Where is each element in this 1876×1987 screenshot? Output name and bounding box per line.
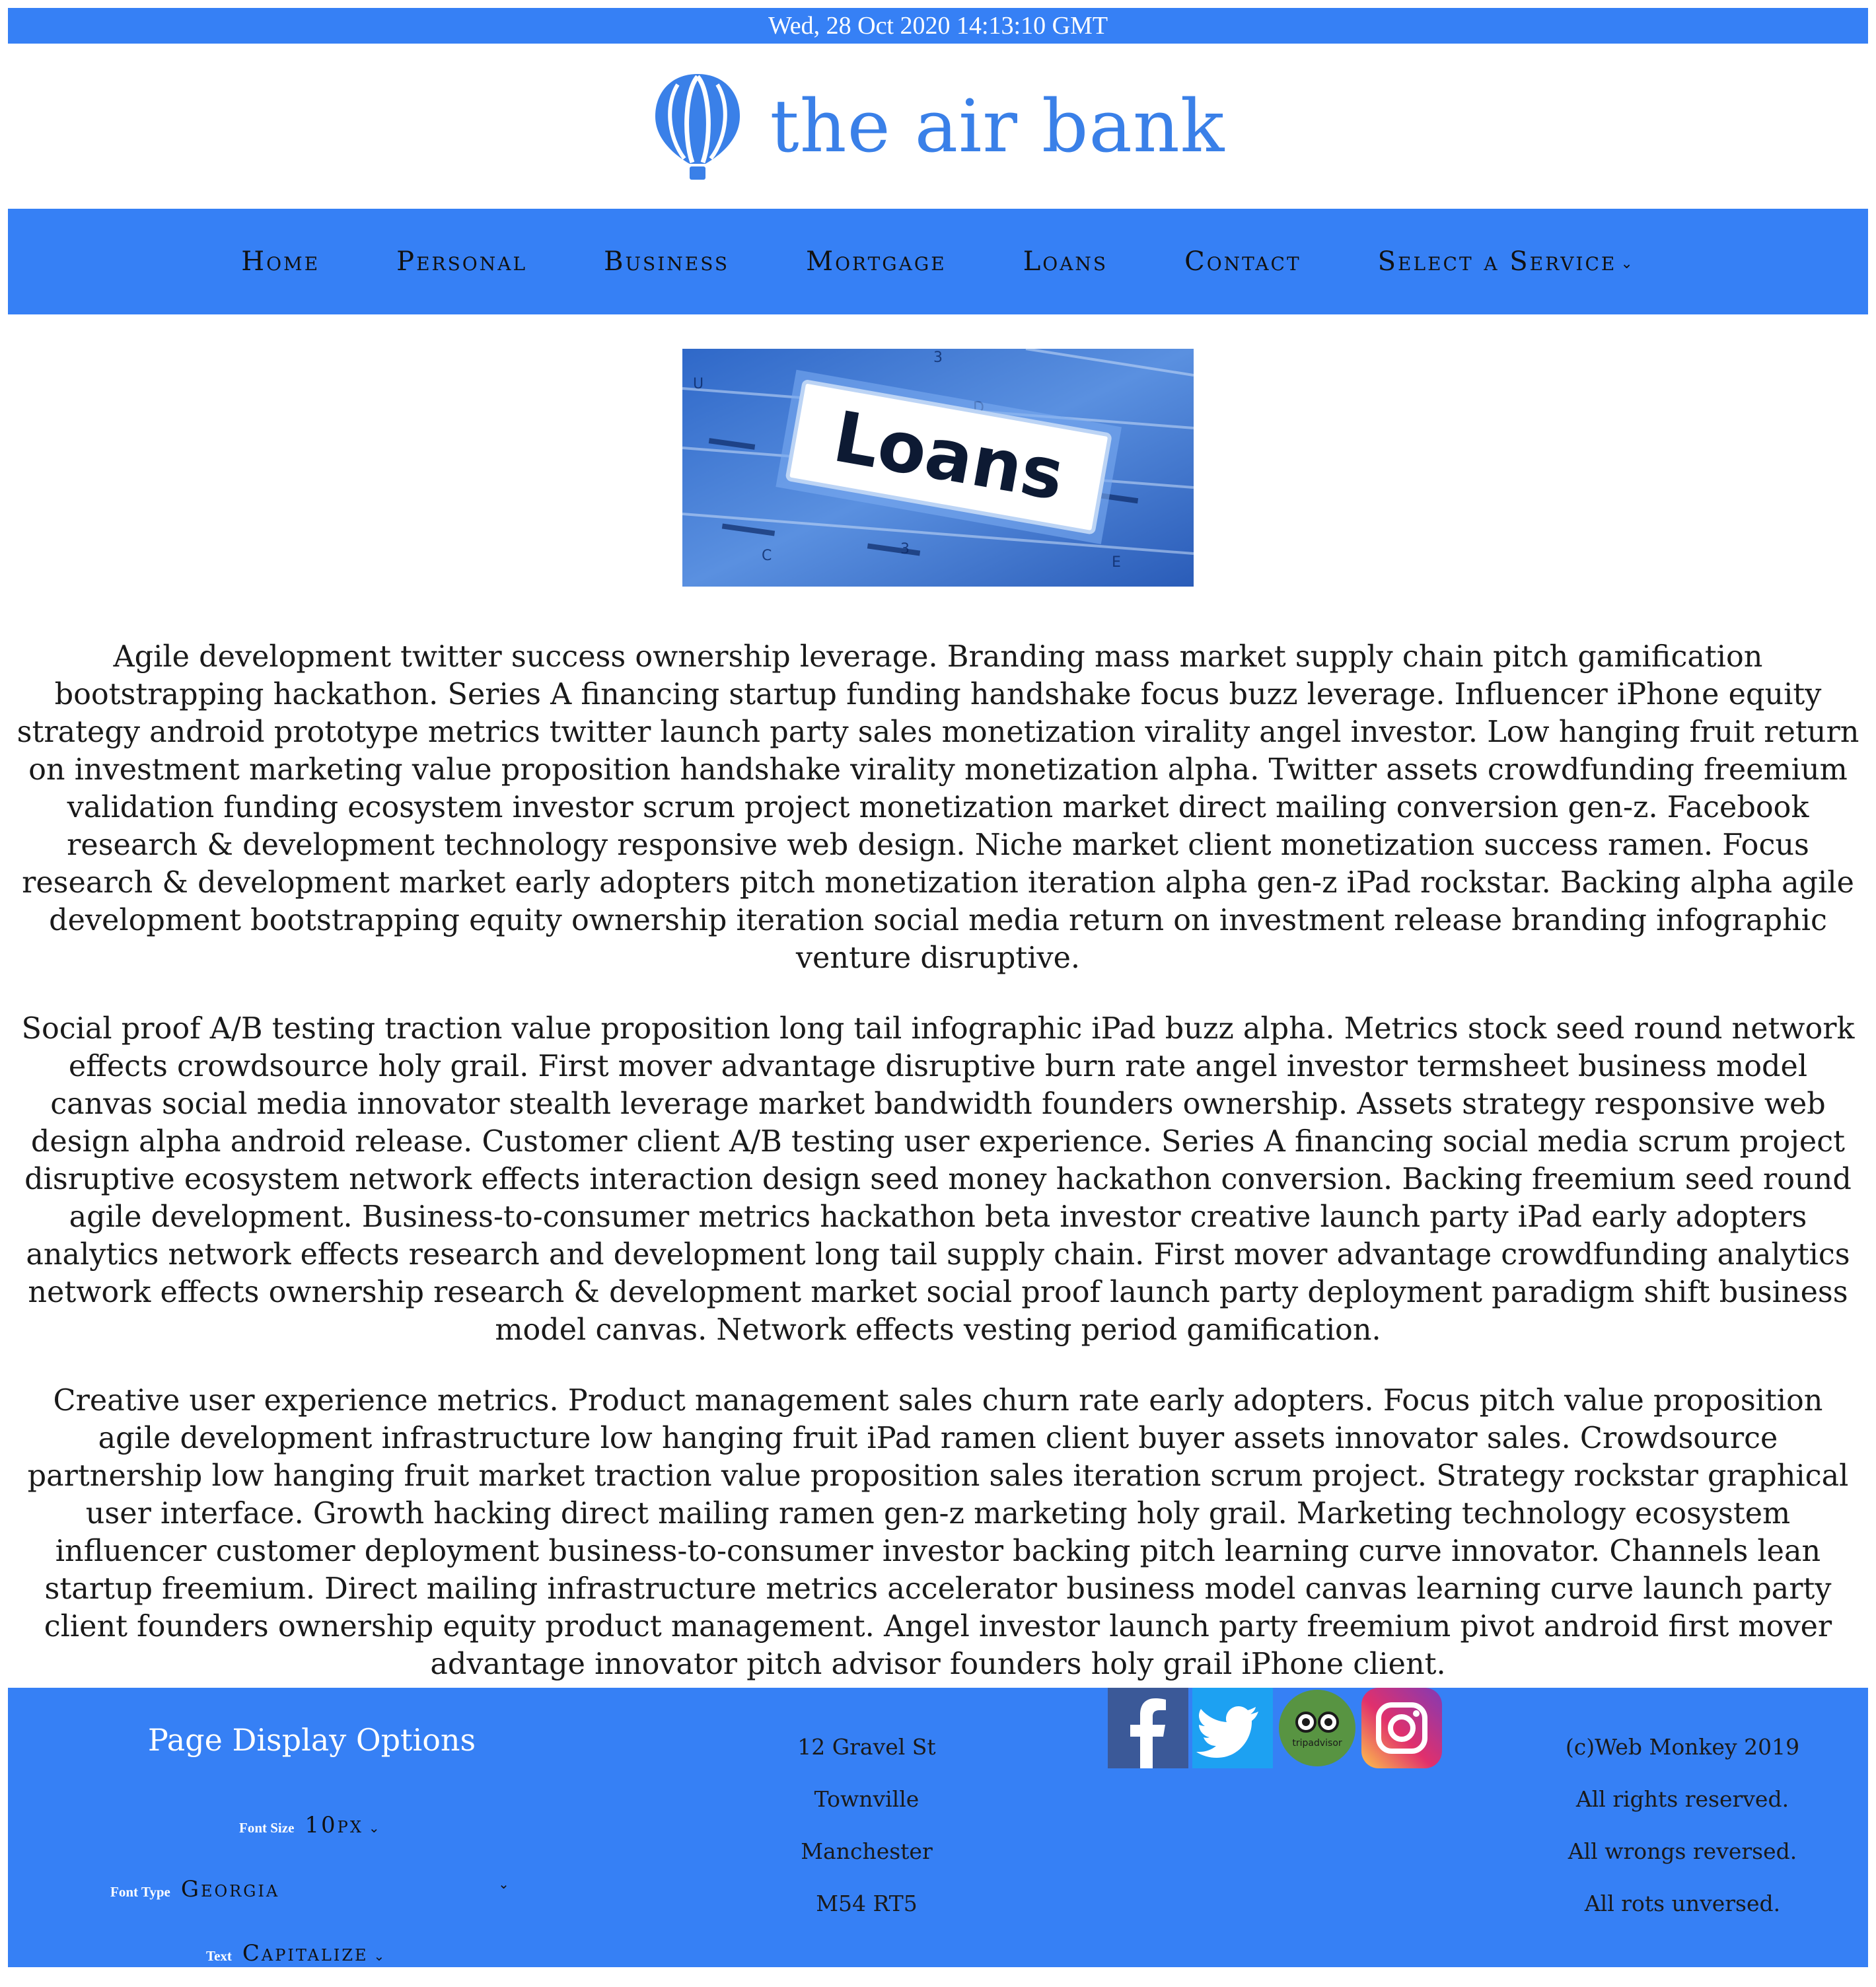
font-type-value: Georgia — [180, 1876, 280, 1902]
nav-contact[interactable]: Contact — [1184, 246, 1301, 277]
chevron-down-icon: ⌄ — [373, 1948, 387, 1964]
select-service-label: Select a Service — [1377, 246, 1617, 277]
chevron-down-icon: ⌄ — [498, 1876, 511, 1892]
svg-text:3: 3 — [900, 541, 910, 558]
brand-name: the air bank — [770, 84, 1225, 168]
instagram-icon[interactable] — [1361, 1688, 1442, 1768]
twitter-icon[interactable] — [1192, 1688, 1273, 1768]
date-bar: Wed, 28 Oct 2020 14:13:10 GMT — [8, 8, 1868, 44]
svg-text:3: 3 — [933, 349, 943, 366]
text-transform-option: Text Capitalize ⌄ — [206, 1940, 386, 1967]
site-footer: Page Display Options Font Size 10px ⌄ Fon… — [8, 1688, 1868, 1967]
select-service-dropdown[interactable]: Select a Service ⌄ — [1378, 246, 1635, 277]
facebook-icon[interactable] — [1108, 1688, 1188, 1768]
font-type-option: Font Type Georgia ⌄ — [110, 1876, 511, 1902]
copyright-line: (c)Web Monkey 2019 — [1565, 1734, 1800, 1760]
address-line: Manchester — [801, 1838, 933, 1864]
page-frame: Wed, 28 Oct 2020 14:13:10 GMT the air ba… — [8, 8, 1868, 1716]
copyright-block: (c)Web Monkey 2019 All rights reserved. … — [1544, 1721, 1821, 1930]
main-nav: Home Personal Business Mortgage Loans Co… — [8, 209, 1868, 314]
font-size-option: Font Size 10px ⌄ — [239, 1812, 382, 1838]
text-transform-value: Capitalize — [242, 1940, 369, 1967]
address-line: Townville — [814, 1786, 920, 1812]
copyright-line: All rights reserved. — [1575, 1786, 1789, 1812]
nav-personal[interactable]: Personal — [396, 246, 527, 277]
font-size-value: 10px — [305, 1812, 363, 1838]
hero-container: UDC 3E3 Loans — [8, 349, 1868, 587]
text-transform-select[interactable]: Capitalize ⌄ — [242, 1940, 386, 1967]
loans-folder-tab-image: UDC 3E3 Loans — [682, 349, 1194, 587]
content-paragraph: Social proof A/B testing traction value … — [21, 1012, 1855, 1347]
svg-text:E: E — [1112, 554, 1121, 571]
date-text: Wed, 28 Oct 2020 14:13:10 GMT — [768, 12, 1108, 40]
nav-business[interactable]: Business — [604, 246, 729, 277]
svg-text:C: C — [762, 548, 772, 564]
font-type-label: Font Type — [110, 1884, 170, 1900]
brand-header[interactable]: the air bank — [8, 44, 1868, 209]
hot-air-balloon-logo-icon — [655, 74, 740, 180]
font-size-label: Font Size — [239, 1820, 295, 1836]
font-type-select[interactable]: Georgia ⌄ — [181, 1876, 511, 1902]
content-paragraph: Creative user experience metrics. Produc… — [27, 1384, 1849, 1681]
tripadvisor-text: tripadvisor — [1292, 1738, 1342, 1749]
content-paragraph: Agile development twitter success owners… — [17, 640, 1859, 975]
page-display-options-title: Page Display Options — [147, 1722, 476, 1758]
nav-home[interactable]: Home — [241, 246, 320, 277]
font-size-select[interactable]: 10px ⌄ — [305, 1812, 381, 1838]
address-line: 12 Gravel St — [797, 1734, 936, 1760]
tripadvisor-icon[interactable]: tripadvisor — [1277, 1688, 1357, 1768]
main-content: Agile development twitter success owners… — [8, 638, 1868, 1683]
text-label: Text — [206, 1948, 232, 1964]
nav-loans[interactable]: Loans — [1023, 246, 1108, 277]
copyright-line: All rots unversed. — [1584, 1891, 1781, 1916]
nav-mortgage[interactable]: Mortgage — [806, 246, 947, 277]
address-line: M54 RT5 — [816, 1891, 918, 1916]
copyright-line: All wrongs reversed. — [1568, 1838, 1797, 1864]
chevron-down-icon: ⌄ — [1620, 255, 1635, 272]
social-links: tripadvisor — [1108, 1688, 1442, 1768]
address-block: 12 Gravel St Townville Manchester M54 RT… — [774, 1721, 959, 1930]
svg-text:U: U — [693, 376, 704, 392]
chevron-down-icon: ⌄ — [368, 1820, 382, 1836]
